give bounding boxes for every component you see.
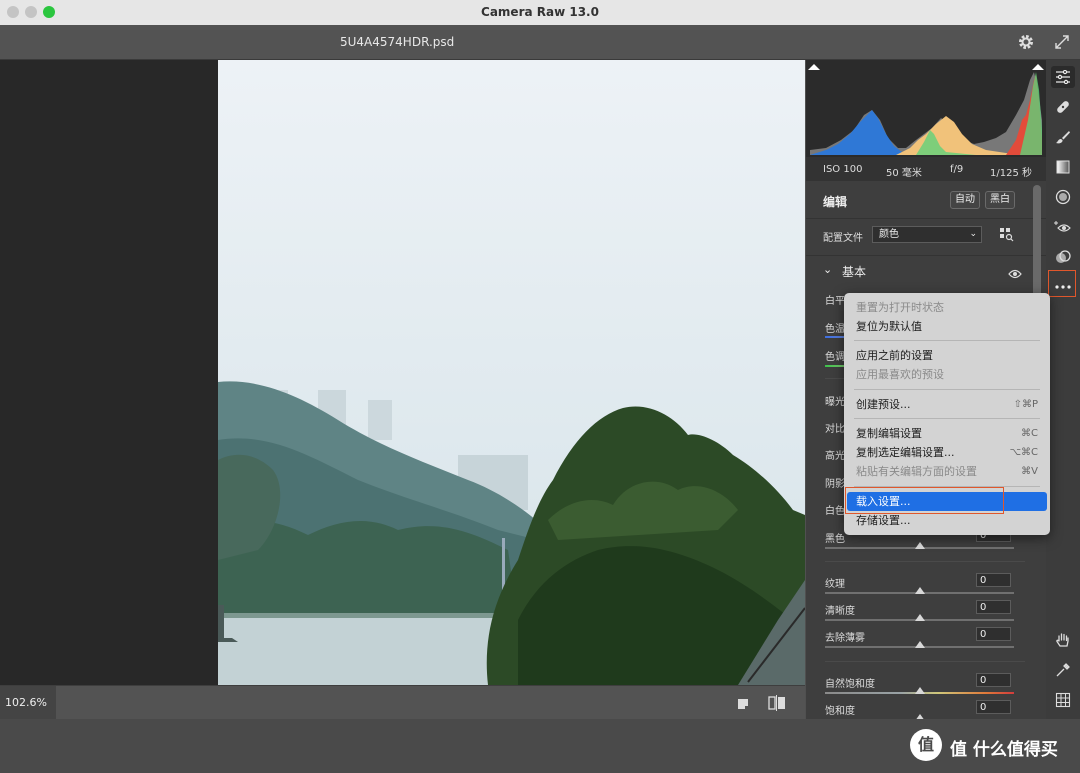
window-titlebar: Camera Raw 13.0	[0, 0, 1080, 26]
brush-icon[interactable]	[1046, 122, 1080, 152]
menu-item: 粘贴有关编辑方面的设置 ⌘V	[844, 462, 1050, 481]
exif-shutter: 1/125 秒	[990, 168, 1032, 179]
menu-item-shortcut: ⌥⌘C	[1009, 447, 1038, 458]
menu-item[interactable]: 应用之前的设置	[844, 346, 1050, 365]
menu-item-label: 应用最喜欢的预设	[856, 368, 944, 381]
menu-item-shortcut: ⌘C	[1021, 428, 1038, 439]
menu-item[interactable]: 创建预设... ⇧⌘P	[844, 395, 1050, 414]
highlight-clipping-warning-icon	[1032, 64, 1044, 70]
grid-icon[interactable]	[1046, 685, 1080, 715]
zoom-level-select[interactable]: 102.6% ⌄	[0, 686, 56, 742]
menu-item-label: 复位为默认值	[856, 320, 922, 333]
profile-select[interactable]: 颜色 ⌄	[872, 226, 982, 243]
menu-item-label: 应用之前的设置	[856, 349, 933, 362]
menu-separator	[854, 418, 1040, 419]
slider-label: 清晰度	[825, 606, 855, 617]
shadow-clipping-warning-icon	[808, 64, 820, 70]
slider-label: 饱和度	[825, 706, 855, 717]
slider-thumb[interactable]	[914, 687, 925, 694]
profile-label: 配置文件	[823, 233, 863, 244]
slider-label: 去除薄雾	[825, 633, 865, 644]
settings-gear-icon[interactable]	[1017, 33, 1035, 55]
shadows-label: 阴影	[825, 479, 845, 490]
menu-item-label: 复制编辑设置	[856, 427, 922, 440]
watermark-logo: 值	[910, 729, 942, 761]
chevron-down-icon: ⌄	[969, 229, 977, 239]
presets-icon[interactable]	[1046, 242, 1080, 272]
window-title: Camera Raw 13.0	[481, 5, 599, 19]
slider-thumb[interactable]	[914, 542, 925, 549]
exposure-label: 曝光	[825, 397, 845, 408]
menu-item-shortcut: ⇧⌘P	[1013, 399, 1038, 410]
menu-separator	[854, 389, 1040, 390]
watermark-text: 值 什么值得买	[950, 740, 1058, 760]
slider-value-input[interactable]: 0	[976, 627, 1011, 641]
histogram	[806, 60, 1046, 157]
edit-sliders-icon[interactable]	[1046, 62, 1080, 92]
contrast-label: 对比	[825, 424, 845, 435]
camera-info: ISO 100 50 毫米 f/9 1/125 秒	[806, 157, 1046, 181]
menu-item-label: 重置为打开时状态	[856, 301, 944, 314]
slider-value-input[interactable]: 0	[976, 573, 1011, 587]
slider-value-input[interactable]: 0	[976, 673, 1011, 687]
before-after-toggle-icon[interactable]	[768, 695, 786, 715]
document-filename: 5U4A4574HDR.psd	[340, 35, 455, 49]
visibility-eye-icon[interactable]	[1008, 264, 1022, 283]
load-settings-callout	[845, 487, 1004, 514]
temperature-label: 色温	[825, 324, 845, 335]
canvas-bottom-bar: 102.6% ⌄	[0, 685, 805, 742]
slider-label: 黑色	[825, 534, 845, 545]
exif-aperture: f/9	[950, 164, 964, 175]
slider-thumb[interactable]	[914, 587, 925, 594]
preview-mode-icon[interactable]	[736, 696, 750, 715]
profile-browser-icon[interactable]	[999, 227, 1014, 246]
exif-iso: ISO 100	[823, 164, 863, 175]
profile-value: 颜色	[879, 229, 899, 240]
healing-icon[interactable]	[1046, 92, 1080, 122]
more-button-callout	[1048, 270, 1076, 297]
menu-separator	[854, 340, 1040, 341]
chevron-down-icon[interactable]: ⌄	[823, 263, 832, 276]
auto-button[interactable]: 自动	[950, 191, 980, 209]
menu-item-label: 创建预设...	[856, 398, 911, 411]
menu-item-label: 粘贴有关编辑方面的设置	[856, 465, 977, 478]
tool-strip	[1046, 60, 1080, 719]
exif-focal-length: 50 毫米	[886, 168, 922, 179]
menu-item: 重置为打开时状态	[844, 298, 1050, 317]
edit-title: 编辑	[823, 195, 848, 209]
whites-label: 白色	[825, 506, 845, 517]
menu-item[interactable]: 复位为默认值	[844, 317, 1050, 336]
fullscreen-icon[interactable]	[1054, 34, 1070, 54]
slider-value-input[interactable]: 0	[976, 600, 1011, 614]
white-balance-eyedropper-icon[interactable]	[1046, 655, 1080, 685]
menu-item[interactable]: 复制选定编辑设置... ⌥⌘C	[844, 443, 1050, 462]
slider-label: 纹理	[825, 579, 845, 590]
zoom-level-value: 102.6%	[5, 696, 47, 709]
black-white-button[interactable]: 黑白	[985, 191, 1015, 209]
document-bar: 5U4A4574HDR.psd	[0, 25, 1080, 60]
slider-label: 自然饱和度	[825, 679, 875, 690]
hand-icon[interactable]	[1046, 625, 1080, 655]
red-eye-icon[interactable]	[1046, 212, 1080, 242]
linear-gradient-icon[interactable]	[1046, 152, 1080, 182]
menu-item-shortcut: ⌘V	[1021, 466, 1038, 477]
slider-value-input[interactable]: 0	[976, 700, 1011, 714]
highlights-label: 高光	[825, 451, 845, 462]
menu-item-label: 复制选定编辑设置...	[856, 446, 955, 459]
window-footer: 值 值 什么值得买	[0, 719, 1080, 773]
tint-label: 色调	[825, 352, 845, 363]
photo-preview[interactable]	[218, 60, 805, 685]
canvas-background	[0, 60, 218, 685]
white-balance-label: 白平	[825, 296, 845, 307]
slider-thumb[interactable]	[914, 614, 925, 621]
radial-gradient-icon[interactable]	[1046, 182, 1080, 212]
menu-item[interactable]: 复制编辑设置 ⌘C	[844, 424, 1050, 443]
slider-thumb[interactable]	[914, 641, 925, 648]
menu-item: 应用最喜欢的预设	[844, 365, 1050, 384]
basic-section-title[interactable]: 基本	[842, 263, 866, 280]
